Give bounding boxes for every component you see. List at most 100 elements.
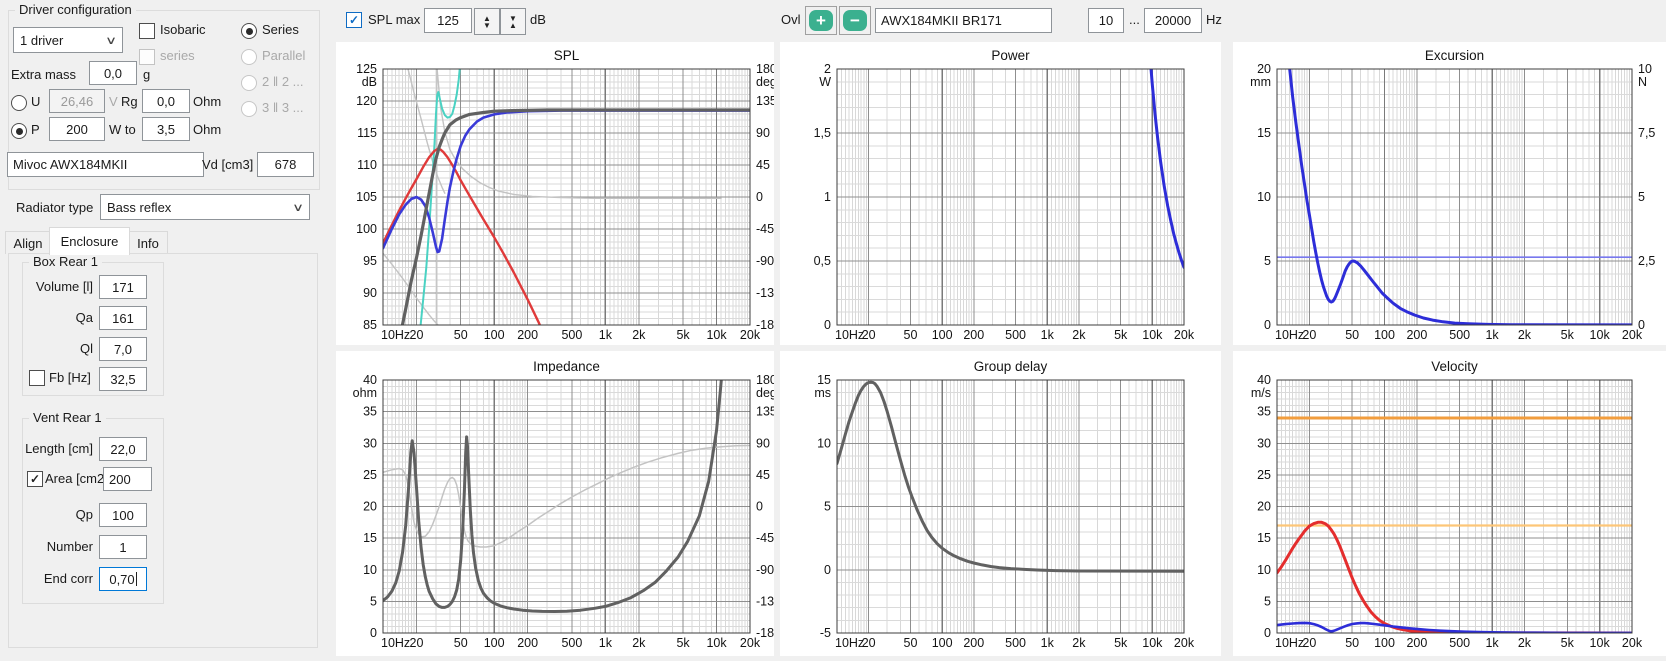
series-small-checkbox[interactable] [139, 49, 155, 65]
tick-label: 125 [356, 62, 377, 76]
spl-max-fit-button[interactable]: ▼ ▲ [500, 8, 526, 35]
series-max-spl [420, 64, 460, 332]
radiator-type-label: Radiator type [16, 200, 93, 216]
tick-label: 30 [363, 436, 377, 450]
freq-min-field[interactable]: 10 [1088, 8, 1124, 33]
vent-number-field[interactable]: 1 [99, 535, 147, 559]
tick-label: 100 [356, 222, 377, 236]
tick-label: 45 [756, 468, 770, 482]
rg-field[interactable]: 0,0 [142, 89, 190, 113]
chart-panel-groupdelay: Group delay151050-5ms10Hz20501002005001k… [780, 351, 1221, 656]
x-tick-label: 500 [561, 328, 582, 342]
rg-unit: Ohm [193, 94, 221, 110]
radiator-type-select[interactable]: Bass reflex ∨ [100, 194, 310, 220]
tick-label: -135 [756, 594, 774, 608]
x-tick-label: 10k [1590, 328, 1611, 342]
app-window: Driver configuration 1 driver ∨ Isobaric… [0, 0, 1666, 661]
isobaric-checkbox[interactable] [139, 23, 155, 39]
tick-label: 120 [356, 94, 377, 108]
qa-field[interactable]: 161 [99, 306, 147, 330]
overlay-remove-button[interactable]: − [839, 6, 871, 35]
overlay-name-field[interactable]: AWX184MKII BR171 [875, 8, 1052, 33]
x-tick-label: 20 [1302, 636, 1316, 650]
fb-field[interactable]: 32,5 [99, 367, 147, 391]
x-tick-label: 1k [1485, 328, 1499, 342]
x-tick-label: 2k [1518, 636, 1532, 650]
parallel-radio[interactable] [241, 49, 257, 65]
x-tick-label: 20k [1174, 328, 1195, 342]
x-tick-label: 10k [1142, 636, 1163, 650]
right-axis-unit: N [1638, 75, 1647, 89]
three-parallel-radio[interactable] [241, 101, 257, 117]
voltage-radio[interactable] [11, 95, 27, 111]
power-radio[interactable] [11, 123, 27, 139]
series-radio[interactable] [241, 23, 257, 39]
tick-label: 20 [363, 500, 377, 514]
vent-length-field[interactable]: 22,0 [99, 437, 147, 461]
chart-power: Power21,510,50W10Hz20501002005001k2k5k10… [780, 42, 1221, 345]
tick-label: 135 [756, 405, 774, 419]
x-tick-label: 5k [1114, 636, 1128, 650]
extra-mass-field[interactable]: 0,0 [89, 61, 137, 85]
series-radio-label: Series [262, 22, 299, 38]
x-tick-label: 2k [632, 328, 646, 342]
fb-checkbox[interactable] [29, 370, 45, 386]
radio-dot [16, 128, 23, 135]
tick-label: 0 [824, 563, 831, 577]
tick-label: 0 [1264, 626, 1271, 640]
spl-max-field[interactable]: 125 [424, 8, 472, 33]
driver-name-field[interactable]: Mivoc AWX184MKII [7, 152, 204, 177]
vd-field[interactable]: 678 [257, 152, 314, 177]
x-tick-label: 200 [517, 636, 538, 650]
two-parallel-label: 2 ‖ 2 ... [262, 74, 304, 90]
tick-label: 25 [1257, 468, 1271, 482]
vent-area-checkbox[interactable]: ✓ [27, 471, 43, 487]
chart-velocity: Velocity4035302520151050m/s10Hz205010020… [1233, 351, 1666, 656]
chevron-down-icon: ∨ [292, 201, 304, 214]
x-tick-label: 500 [1005, 328, 1026, 342]
spin-down-icon: ▼ [483, 22, 491, 29]
vent-area-field[interactable]: 200 [103, 467, 152, 491]
series-phase-wrap-low [383, 253, 442, 329]
x-tick-label: 10k [706, 328, 727, 342]
chart-title: SPL [554, 48, 580, 63]
load-field[interactable]: 3,5 [142, 117, 190, 141]
voltage-field[interactable]: 26,46 [49, 89, 105, 113]
vent-qp-field[interactable]: 100 [99, 503, 147, 527]
x-tick-label: 20 [410, 636, 424, 650]
ql-field[interactable]: 7,0 [99, 337, 147, 361]
x-tick-label: 50 [1345, 328, 1359, 342]
series-port [383, 149, 545, 336]
tab-enclosure[interactable]: Enclosure [49, 227, 130, 255]
freq-max-field[interactable]: 20000 [1144, 8, 1202, 33]
x-tick-label: 500 [1005, 636, 1026, 650]
overlay-add-button[interactable]: + [805, 6, 837, 35]
x-tick-label: 5k [676, 328, 690, 342]
tab-align[interactable]: Align [5, 231, 51, 254]
spl-max-checkbox[interactable]: ✓ [346, 12, 362, 28]
end-corr-field[interactable]: 0,70 [99, 567, 147, 591]
tab-info[interactable]: Info [128, 231, 168, 254]
tab-align-label: Align [14, 236, 43, 251]
volume-field[interactable]: 171 [99, 275, 147, 299]
power-radio-label: P [31, 122, 40, 138]
x-tick-label: 200 [1406, 636, 1427, 650]
driver-count-select[interactable]: 1 driver ∨ [13, 27, 123, 53]
right-axis-unit: deg [756, 386, 774, 400]
x-tick-label: 20k [1622, 328, 1643, 342]
chart-title: Group delay [974, 359, 1048, 374]
tick-label: 90 [756, 436, 770, 450]
x-tick-label: 2k [1518, 328, 1532, 342]
x-tick-label: 100 [1374, 328, 1395, 342]
spl-max-spinner[interactable]: ▲ ▼ [474, 8, 500, 35]
series-phase-diag [407, 66, 445, 193]
tick-label: 2 [824, 62, 831, 76]
x-tick-label: 200 [963, 328, 984, 342]
power-field[interactable]: 200 [49, 117, 105, 141]
x-tick-label: 5k [1561, 636, 1575, 650]
x-tick-label: 20k [740, 636, 761, 650]
x-tick-label: 5k [1561, 328, 1575, 342]
two-parallel-radio[interactable] [241, 75, 257, 91]
tick-label: 115 [357, 126, 377, 140]
volume-label: Volume [l] [23, 279, 93, 295]
